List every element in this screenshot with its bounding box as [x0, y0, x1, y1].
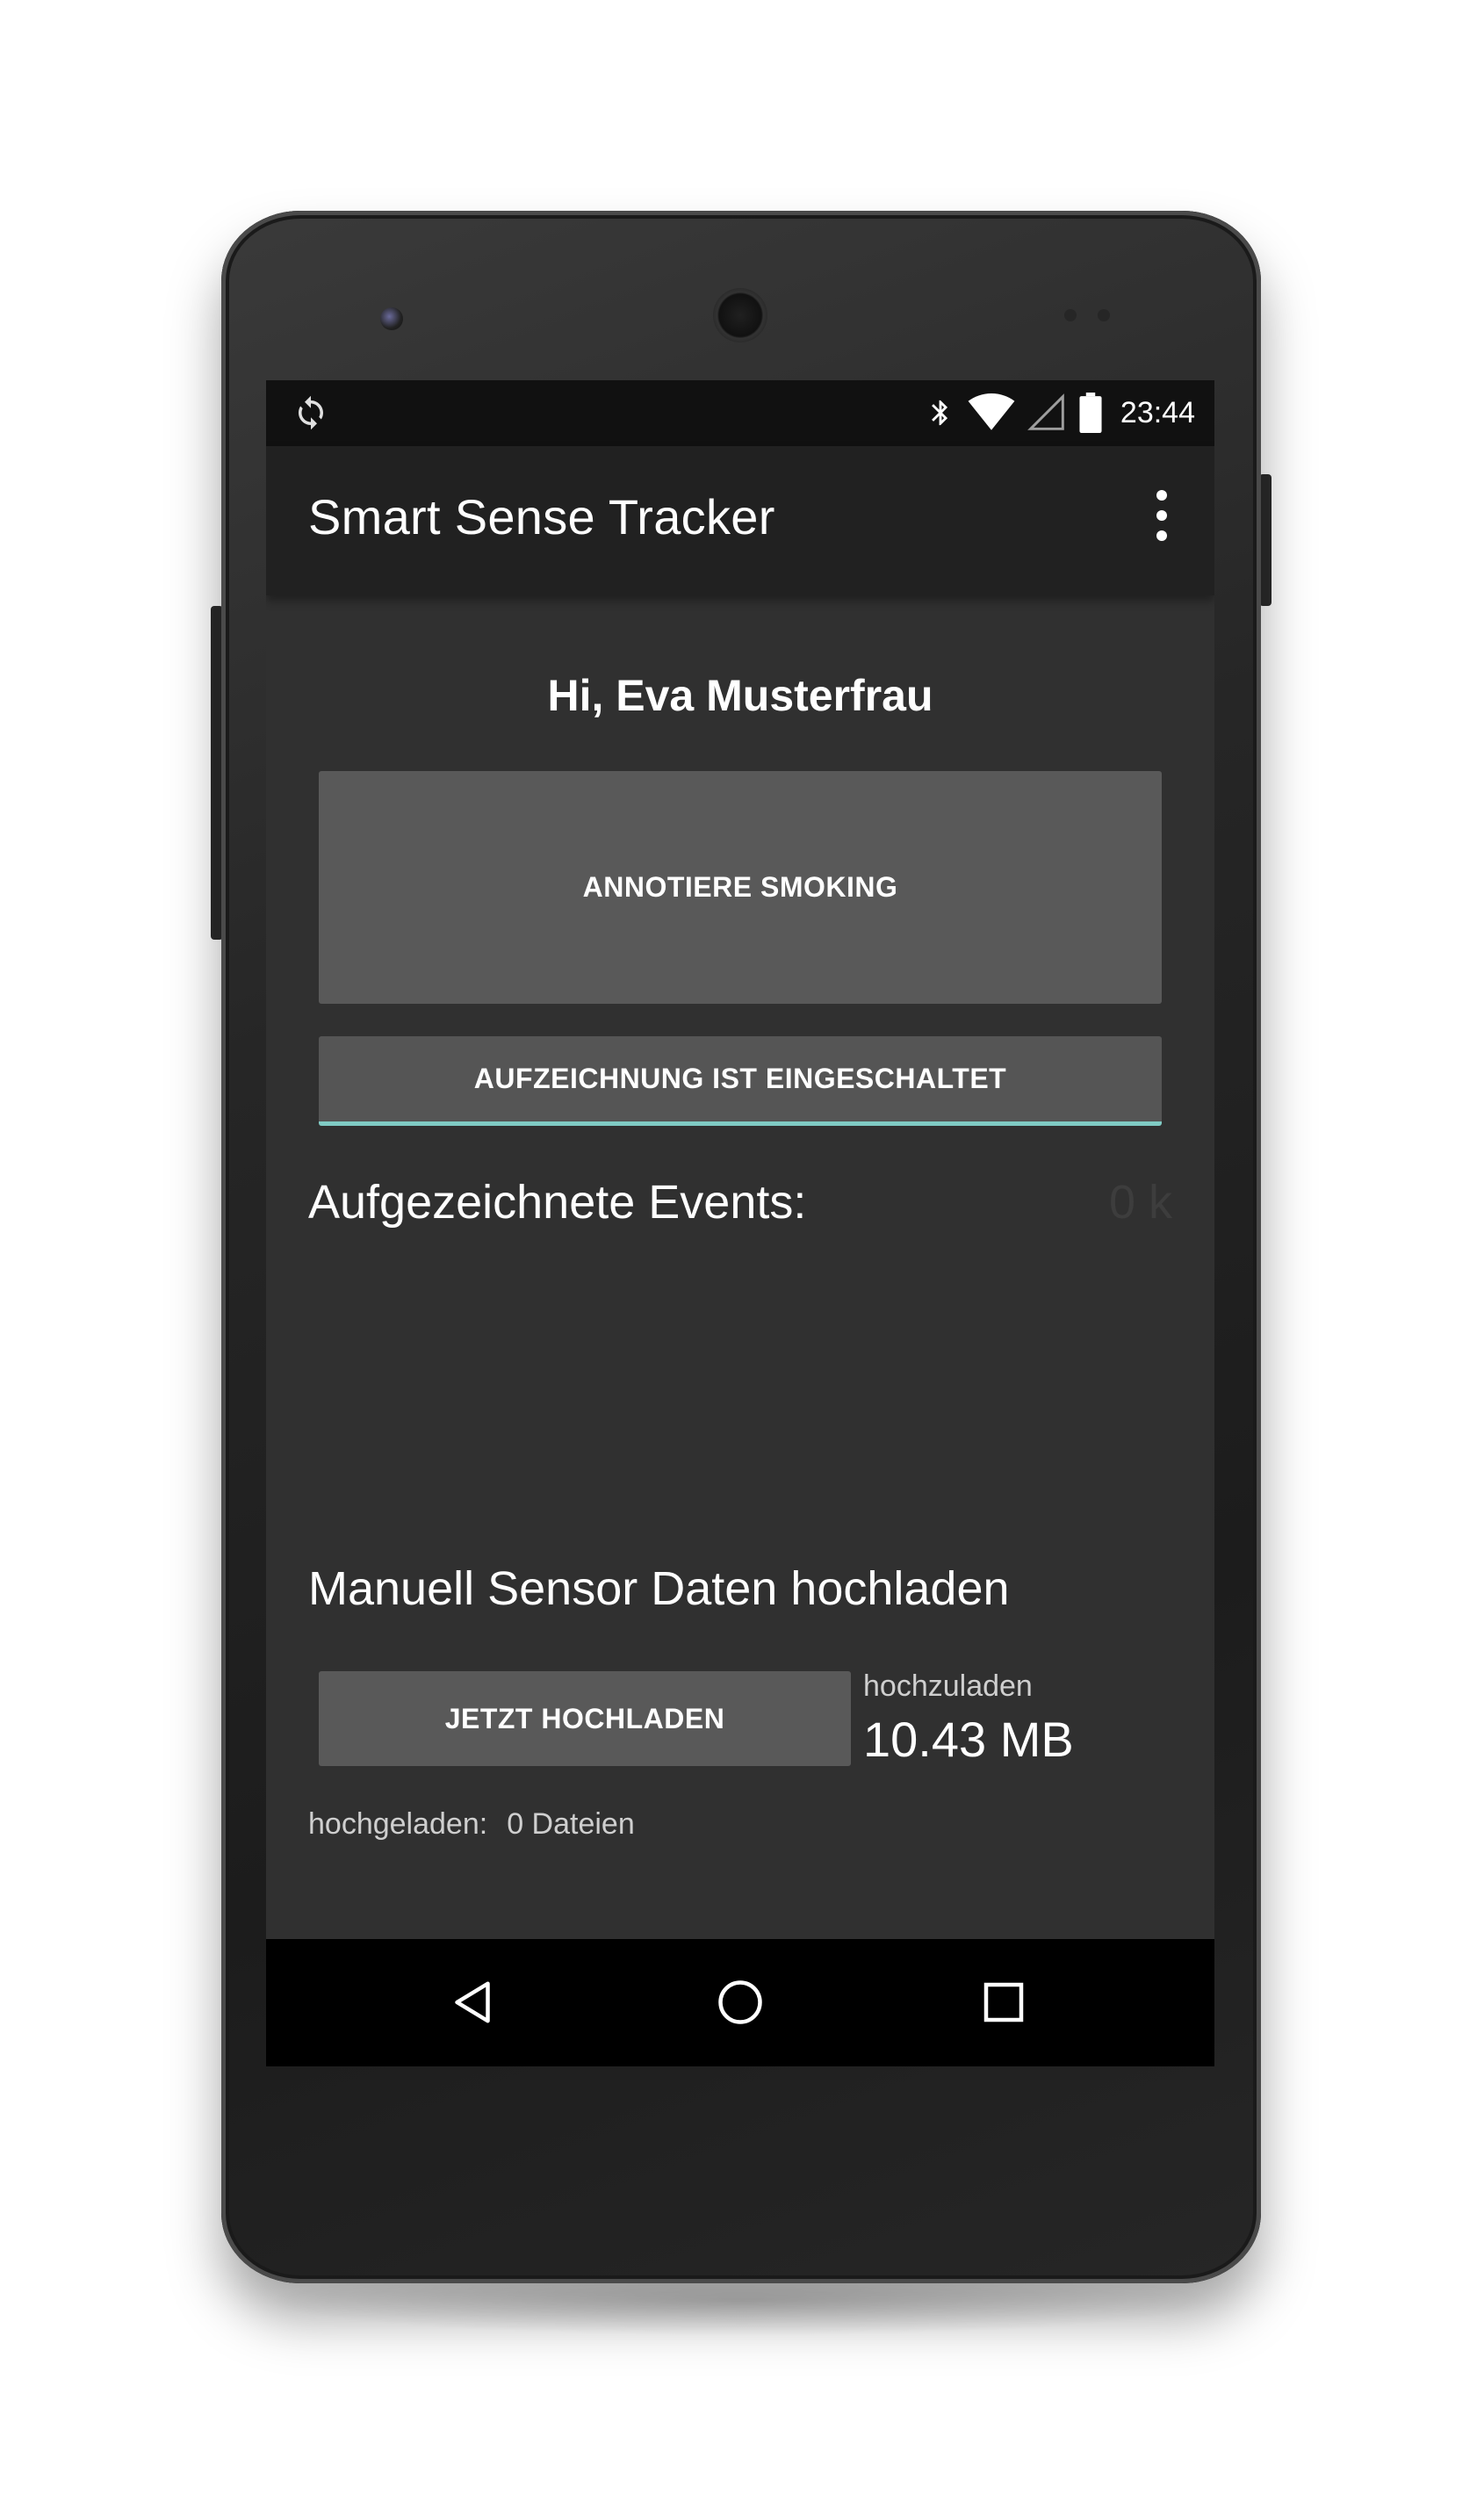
- recents-icon[interactable]: [977, 1976, 1030, 2029]
- earpiece-speaker: [713, 288, 767, 342]
- wifi-icon: [968, 393, 1015, 430]
- uploaded-count: 0 Dateien: [507, 1807, 635, 1841]
- upload-heading: Manuell Sensor Daten hochladen: [308, 1562, 1010, 1615]
- app-title: Smart Sense Tracker: [308, 489, 775, 544]
- power-button: [1259, 474, 1271, 606]
- events-label: Aufgezeichnete Events:: [308, 1176, 807, 1229]
- home-icon[interactable]: [714, 1976, 767, 2029]
- back-icon[interactable]: [446, 1976, 499, 2029]
- battery-icon: [1079, 393, 1102, 433]
- overflow-menu-icon[interactable]: [1153, 490, 1171, 552]
- pending-upload-label: hochzuladen: [863, 1669, 1033, 1703]
- screen: 23:44 Smart Sense Tracker Hi, Eva Muster…: [266, 380, 1214, 2066]
- light-sensor: [1098, 309, 1110, 321]
- greeting-text: Hi, Eva Musterfrau: [547, 671, 933, 720]
- upload-now-button[interactable]: JETZT HOCHLADEN: [319, 1671, 851, 1766]
- status-icons: 23:44: [926, 391, 1195, 435]
- status-time: 23:44: [1120, 395, 1195, 429]
- proximity-sensor: [1064, 309, 1077, 321]
- events-count: 0 k: [1108, 1176, 1172, 1229]
- cell-signal-icon: [1027, 393, 1064, 430]
- pending-upload-size: 10.43 MB: [863, 1712, 1074, 1767]
- uploaded-status: hochgeladen: 0 Dateien: [308, 1807, 654, 1842]
- annotate-smoking-button[interactable]: ANNOTIERE SMOKING: [319, 771, 1162, 1004]
- sync-icon: [299, 395, 323, 430]
- uploaded-label: hochgeladen:: [308, 1807, 488, 1841]
- navigation-bar: [266, 1939, 1214, 2066]
- bluetooth-icon: [931, 400, 947, 426]
- app-bar: Smart Sense Tracker: [266, 446, 1214, 595]
- status-bar: 23:44: [266, 380, 1214, 446]
- recording-toggle-button[interactable]: AUFZEICHNUNG IST EINGESCHALTET: [319, 1036, 1162, 1126]
- front-camera: [380, 307, 403, 330]
